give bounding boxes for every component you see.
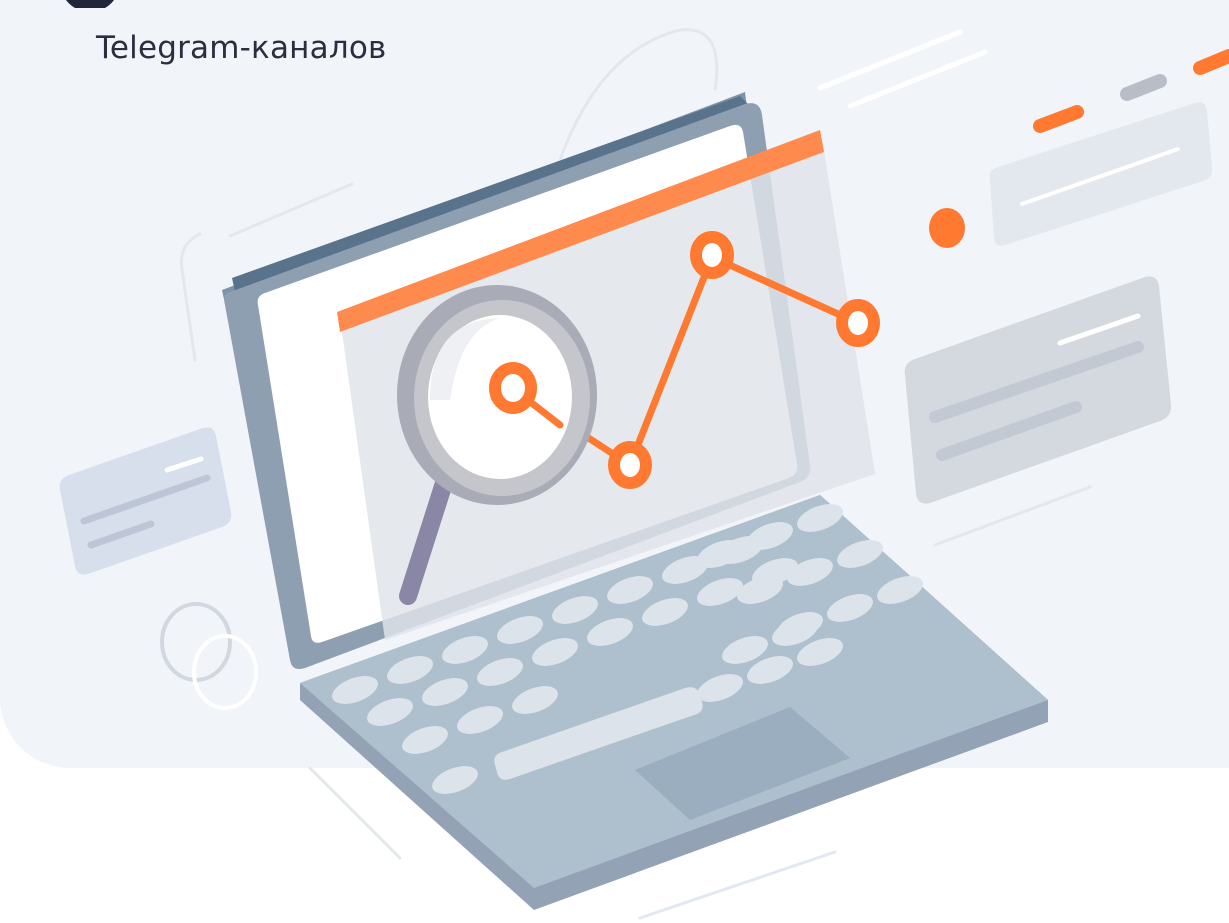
card-left: [59, 427, 232, 575]
decor-orange-dot: [929, 208, 965, 248]
chart-point: [836, 299, 880, 347]
chart-point: [690, 231, 734, 279]
decor-lines: [817, 29, 988, 109]
chart-point: [489, 362, 537, 414]
card-mid-right: [904, 276, 1172, 504]
decor-rings: [160, 602, 258, 710]
card-top-right: [989, 102, 1213, 246]
laptop-analytics-illustration: [59, 28, 1229, 920]
chart-point: [608, 441, 652, 489]
